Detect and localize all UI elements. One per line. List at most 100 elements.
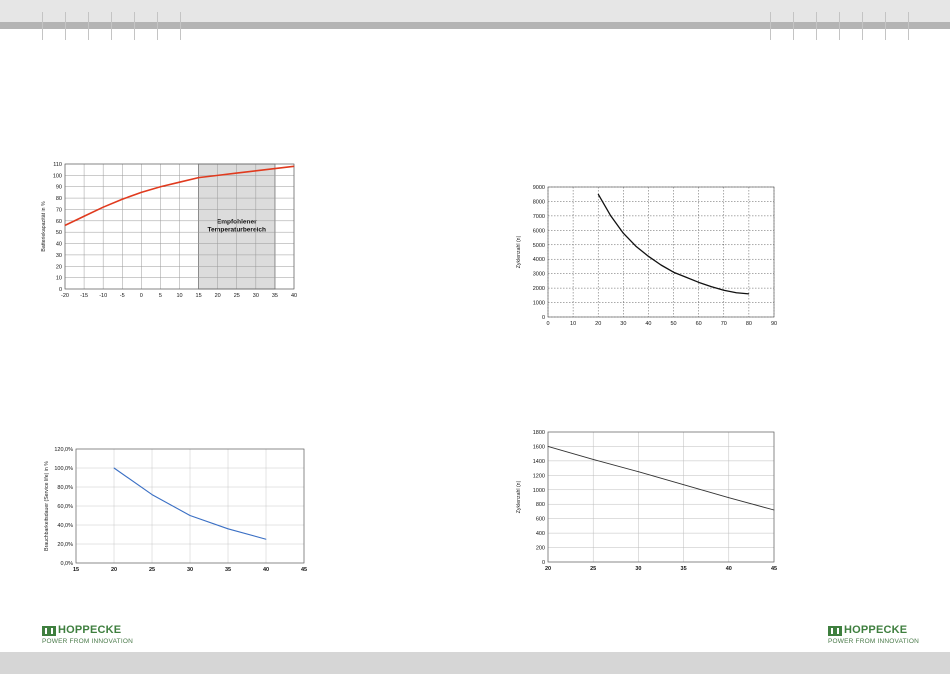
y-tick-label: 80,0% xyxy=(57,485,73,491)
data-point xyxy=(217,174,219,176)
x-tick-label: 70 xyxy=(721,321,727,327)
y-tick-label: 400 xyxy=(536,531,545,537)
y-tick-label: 110 xyxy=(53,162,62,168)
x-tick-label: 40 xyxy=(645,321,651,327)
cycles-dod-chart: 0 1000 2000 3000 4000 5000 6000 7000 8000 9000 0 10… xyxy=(510,180,780,330)
data-point xyxy=(683,484,684,486)
y-tick-label: 1400 xyxy=(533,459,545,465)
y-tick-label: 20 xyxy=(56,264,62,270)
x-tick-label: 20 xyxy=(595,321,601,327)
data-point xyxy=(660,264,662,266)
y-tick-label: 7000 xyxy=(533,214,545,220)
data-point xyxy=(698,281,700,283)
data-point xyxy=(160,186,161,188)
brand-logo-left: HOPPECKE POWER FROM INNOVATION xyxy=(42,624,133,650)
y-tick-label: 800 xyxy=(536,502,545,508)
y-tick-label: 50 xyxy=(56,230,62,236)
data-point xyxy=(113,467,115,469)
brand-logo-right: HOPPECKE POWER FROM INNOVATION xyxy=(828,624,919,650)
y-tick-label: 60 xyxy=(56,219,62,225)
x-tick-label: 30 xyxy=(253,293,259,299)
y-tick-label: 6000 xyxy=(533,228,545,234)
header-accent-line xyxy=(0,22,950,29)
y-tick-label: 3000 xyxy=(533,272,545,278)
y-tick-label: 1000 xyxy=(533,301,545,307)
y-tick-label: 1000 xyxy=(533,488,545,494)
x-tick-label: 5 xyxy=(159,293,162,299)
cycles-vs-temperature-svg: 02004006008001000120014001600180020 25 30 3… xyxy=(516,430,777,572)
plot-area xyxy=(548,432,774,562)
data-point xyxy=(673,271,674,273)
y-tick-label: 80 xyxy=(56,196,62,202)
x-tick-label: 40 xyxy=(726,566,732,572)
y-tick-label: 5000 xyxy=(533,243,545,249)
logo-name: HOPPECKE xyxy=(844,624,908,636)
x-tick-label: -15 xyxy=(80,293,88,299)
x-tick-label: 35 xyxy=(272,293,278,299)
data-point xyxy=(547,446,549,447)
data-point xyxy=(83,215,85,217)
y-tick-label: 1200 xyxy=(533,473,545,479)
x-tick-label: 25 xyxy=(590,566,596,572)
x-tick-label: -5 xyxy=(120,293,125,299)
data-point xyxy=(622,232,624,234)
x-tick-label: -10 xyxy=(99,293,107,299)
y-tick-label: 60,0% xyxy=(57,504,73,510)
data-point xyxy=(748,293,750,295)
y-tick-label: 600 xyxy=(536,517,545,523)
x-tick-label: 0 xyxy=(546,321,549,327)
x-tick-label: 10 xyxy=(176,293,182,299)
y-tick-label: 200 xyxy=(536,546,545,552)
data-point xyxy=(592,459,594,460)
data-point xyxy=(648,255,649,257)
data-point xyxy=(121,198,123,200)
y-tick-label: 1600 xyxy=(533,444,545,450)
x-tick-label: 30 xyxy=(635,566,641,572)
logo-tagline: POWER FROM INNOVATION xyxy=(828,638,919,645)
y-tick-label: 40,0% xyxy=(57,523,73,529)
x-tick-label: 25 xyxy=(234,293,240,299)
x-tick-label: -20 xyxy=(61,293,69,299)
footer-bar xyxy=(0,652,950,674)
data-point xyxy=(635,245,637,247)
x-tick-label: 50 xyxy=(670,321,676,327)
x-tick-label: 10 xyxy=(570,321,576,327)
data-point xyxy=(723,289,725,291)
x-tick-label: 35 xyxy=(225,567,231,573)
y-axis-label: Brauchbarkeitsdauer (Service life) in % xyxy=(44,461,50,551)
data-point xyxy=(140,192,142,193)
hoppecke-logo-icon xyxy=(42,626,56,636)
y-tick-label: 10 xyxy=(56,276,62,282)
data-point xyxy=(64,224,66,226)
x-tick-label: 30 xyxy=(187,567,193,573)
data-point xyxy=(735,292,737,294)
x-tick-label: 20 xyxy=(111,567,117,573)
y-axis-label: Zyklenzahl (n) xyxy=(516,480,522,513)
x-tick-label: 40 xyxy=(291,293,297,299)
y-tick-label: 0,0% xyxy=(60,561,73,567)
x-tick-label: 35 xyxy=(681,566,687,572)
data-point xyxy=(151,494,153,495)
data-point xyxy=(597,193,599,195)
y-tick-label: 0 xyxy=(542,315,545,321)
x-tick-label: 80 xyxy=(746,321,752,327)
y-tick-label: 40 xyxy=(56,242,62,248)
x-tick-label: 90 xyxy=(771,321,777,327)
service-life-vs-temperature-svg: 0,0% 20,0% 40,0% 60,0% 80,0% 100,0% 120,0% 15 20… xyxy=(44,447,307,573)
x-tick-label: 40 xyxy=(263,567,269,573)
y-tick-label: 30 xyxy=(56,253,62,259)
y-tick-label: 120,0% xyxy=(54,447,73,453)
x-tick-label: 0 xyxy=(140,293,143,299)
data-point xyxy=(728,497,730,499)
data-point xyxy=(293,165,295,167)
data-point xyxy=(274,168,276,169)
y-tick-label: 70 xyxy=(56,207,62,213)
data-point xyxy=(198,177,199,179)
data-point xyxy=(773,509,775,511)
x-tick-label: 25 xyxy=(149,567,155,573)
y-tick-label: 1800 xyxy=(533,430,545,436)
x-tick-label: 20 xyxy=(215,293,221,299)
data-point xyxy=(710,286,712,288)
cycles-vs-dod-svg: 0 1000 2000 3000 4000 5000 6000 7000 8000 9000 0 10… xyxy=(516,185,777,327)
data-point xyxy=(236,172,238,174)
